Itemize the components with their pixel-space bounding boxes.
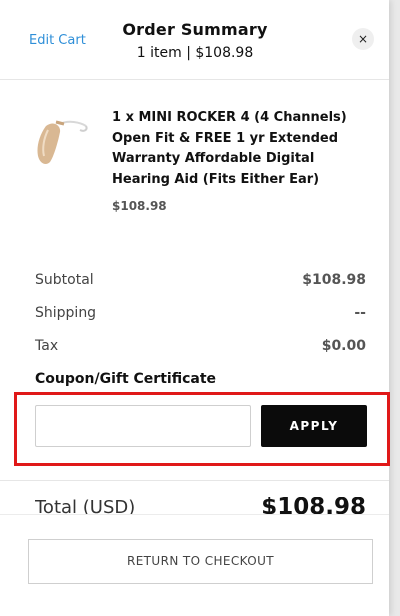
edit-cart-link[interactable]: Edit Cart — [29, 33, 86, 48]
total-row: Total (USD) $108.98 — [35, 497, 366, 514]
total-value: $108.98 — [261, 497, 366, 514]
hearing-aid-image — [37, 120, 88, 164]
tax-label: Tax — [35, 338, 59, 354]
panel-footer: RETURN TO CHECKOUT — [0, 514, 389, 616]
subtotal-value: $108.98 — [302, 272, 366, 288]
subtotal-label: Subtotal — [35, 272, 94, 288]
page-title: Order Summary — [122, 20, 268, 39]
header-title-group: Order Summary 1 item | $108.98 — [80, 20, 310, 61]
close-icon: × — [357, 32, 369, 46]
close-button[interactable]: × — [352, 28, 374, 50]
return-to-checkout-button[interactable]: RETURN TO CHECKOUT — [28, 539, 373, 584]
shipping-value: -- — [354, 305, 366, 321]
coupon-highlight-box — [14, 392, 390, 466]
item-name: 1 x MINI ROCKER 4 (4 Channels) Open Fit … — [112, 110, 347, 187]
item-count-total: 1 item | $108.98 — [136, 45, 254, 61]
divider — [0, 480, 389, 481]
coupon-title: Coupon/Gift Certificate — [35, 371, 217, 387]
item-price: $108.98 — [112, 199, 167, 213]
panel-header: Edit Cart Order Summary 1 item | $108.98… — [0, 0, 389, 80]
total-label: Total (USD) — [35, 497, 136, 514]
order-summary-panel: Edit Cart Order Summary 1 item | $108.98… — [0, 0, 389, 616]
tax-value: $0.00 — [321, 338, 366, 354]
shipping-label: Shipping — [35, 305, 97, 321]
